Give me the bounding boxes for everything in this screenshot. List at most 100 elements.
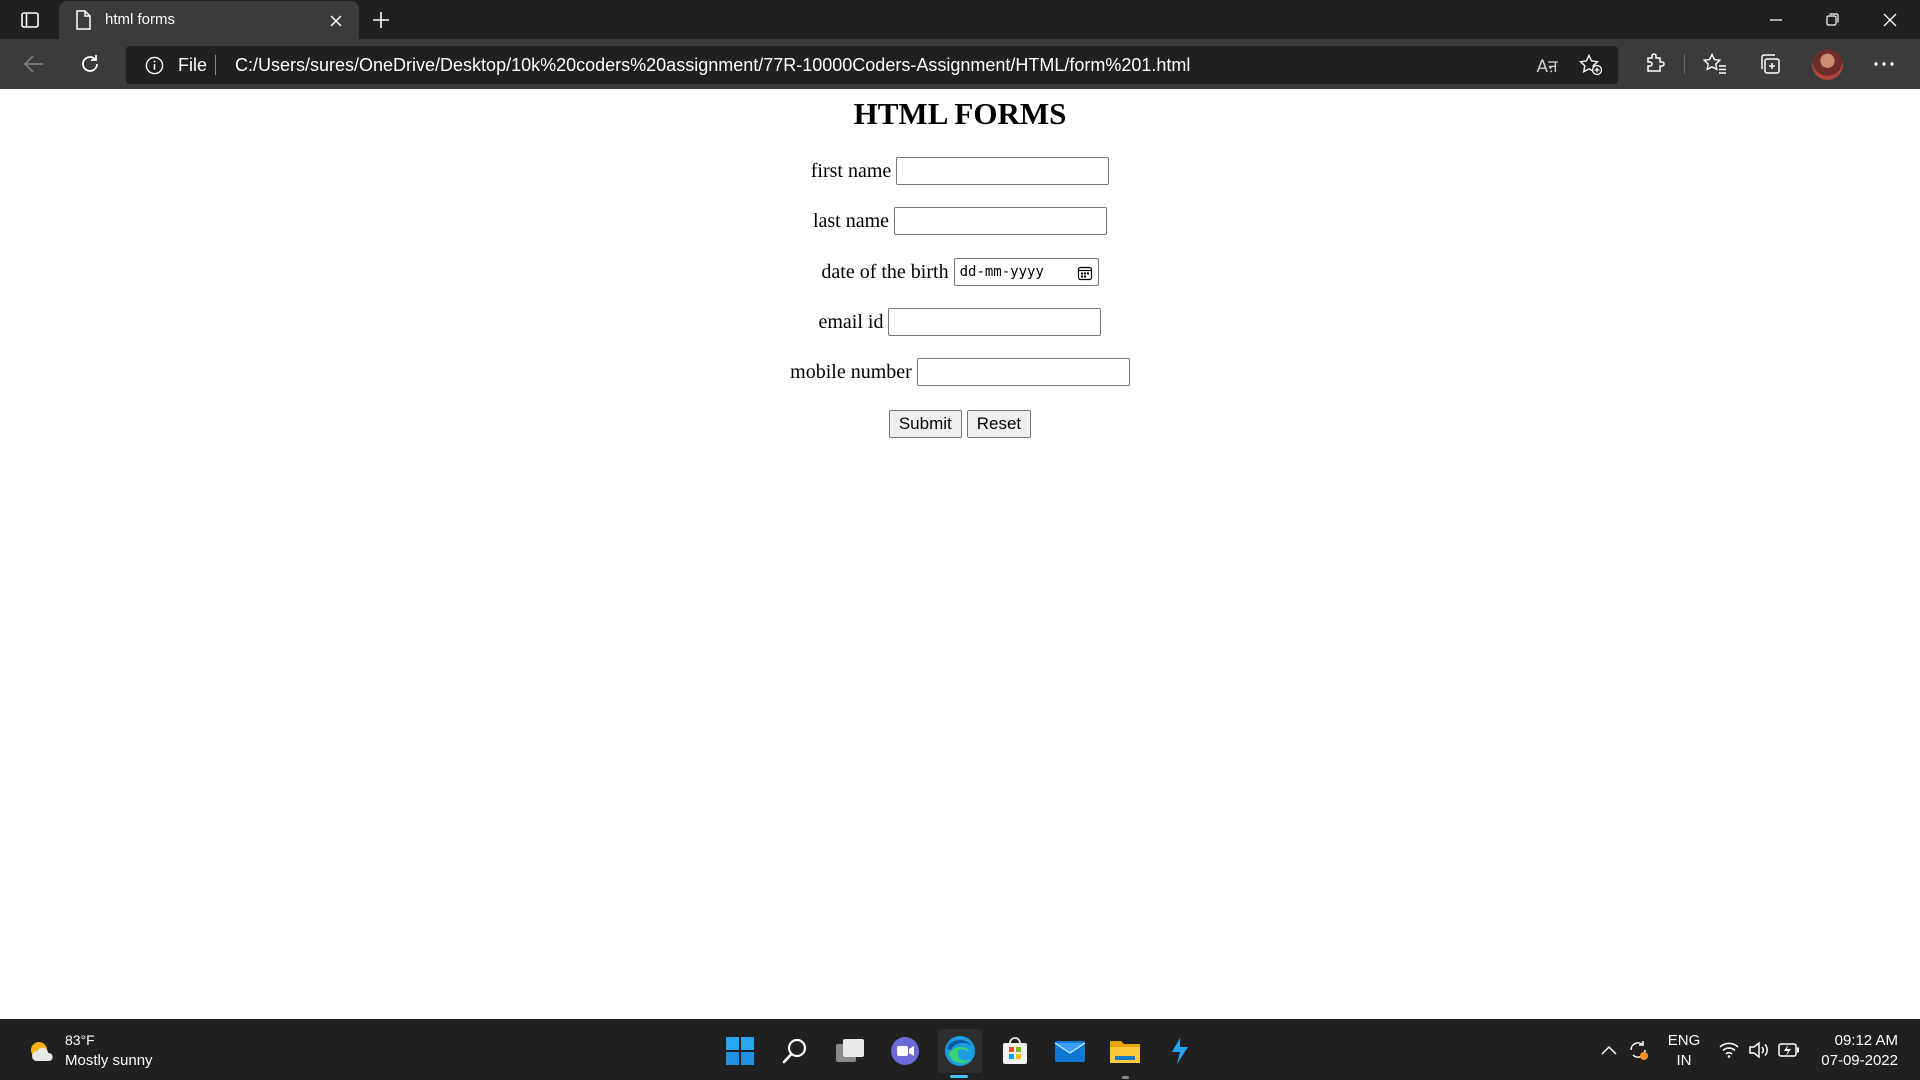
sun-cloud-icon[interactable] <box>27 1037 57 1067</box>
system-clock[interactable]: 09:12 AM 07-09-2022 <box>1812 1031 1898 1071</box>
close-icon <box>1883 13 1896 26</box>
read-aloud-icon: Aऩ <box>1536 56 1558 77</box>
code-editor-icon <box>1172 1038 1188 1064</box>
site-scheme-label: File <box>178 55 208 75</box>
first-name-row: first name <box>0 157 1920 185</box>
calendar-icon[interactable] <box>1077 265 1093 281</box>
close-icon <box>330 15 342 27</box>
refresh-icon <box>82 55 98 72</box>
teams-chat-icon <box>891 1037 919 1065</box>
form-buttons: Submit Reset <box>0 410 1920 438</box>
email-input[interactable] <box>888 308 1102 336</box>
wifi-icon <box>1719 1042 1739 1058</box>
first-name-input[interactable] <box>896 157 1110 185</box>
tab-actions-icon <box>21 12 39 28</box>
browser-tab-bar: html forms <box>0 0 1920 39</box>
sync-icon <box>1630 1041 1648 1060</box>
refresh-button[interactable] <box>73 48 107 80</box>
puzzle-icon <box>1647 53 1665 72</box>
star-add-icon <box>1579 54 1603 76</box>
minimize-icon <box>1769 18 1782 21</box>
info-icon[interactable] <box>145 56 164 75</box>
dob-date-input[interactable]: dd-mm-yyyy <box>953 258 1099 286</box>
tab-title: html forms <box>105 11 176 28</box>
tab-actions-menu-button[interactable] <box>12 7 48 33</box>
teams-chat-button[interactable] <box>883 1029 927 1073</box>
battery-status[interactable] <box>1778 1039 1800 1061</box>
edge-browser-icon <box>945 1036 975 1066</box>
email-label: email id <box>818 310 884 333</box>
wifi-status[interactable] <box>1718 1039 1740 1061</box>
last-name-row: last name <box>0 207 1920 235</box>
address-bar[interactable]: File C:/Users/sures/OneDrive/Desktop/10k… <box>126 46 1618 84</box>
reset-button[interactable]: Reset <box>966 410 1032 438</box>
last-name-input[interactable] <box>894 207 1108 235</box>
browser-tab[interactable]: html forms <box>59 1 359 39</box>
dob-label: date of the birth <box>821 260 949 283</box>
file-explorer-button[interactable] <box>1103 1029 1147 1073</box>
mail-button[interactable] <box>1048 1029 1092 1073</box>
arrow-left-icon <box>24 55 43 73</box>
folder-icon <box>1110 1041 1140 1063</box>
clock-date: 07-09-2022 <box>1821 1052 1898 1069</box>
search-icon <box>782 1038 807 1064</box>
vscode-button[interactable] <box>1158 1029 1202 1073</box>
more-dots-icon <box>1874 62 1894 66</box>
collections-icon <box>1761 54 1780 74</box>
input-language-indicator[interactable]: ENG IN <box>1667 1031 1701 1071</box>
sync-status-button[interactable] <box>1627 1039 1649 1061</box>
search-button[interactable] <box>773 1029 817 1073</box>
windows-logo-icon <box>726 1037 754 1065</box>
start-button[interactable] <box>718 1029 762 1073</box>
new-tab-button[interactable] <box>366 6 396 34</box>
edge-taskbar-button[interactable] <box>938 1029 982 1073</box>
weather-temperature[interactable]: 83°F <box>65 1032 95 1048</box>
store-bag-icon <box>1003 1037 1027 1064</box>
chevron-up-icon <box>1601 1045 1617 1055</box>
region-code: IN <box>1676 1052 1692 1069</box>
close-window-button[interactable] <box>1861 0 1918 39</box>
read-aloud-button[interactable]: Aऩ <box>1534 54 1560 77</box>
first-name-label: first name <box>810 159 892 182</box>
add-favorite-button[interactable] <box>1578 54 1604 76</box>
toolbar-divider <box>1684 54 1685 74</box>
store-button[interactable] <box>993 1029 1037 1073</box>
speaker-icon <box>1749 1041 1768 1059</box>
plus-icon <box>373 12 389 28</box>
battery-charging-icon <box>1778 1043 1799 1057</box>
restore-button[interactable] <box>1804 0 1861 39</box>
profile-avatar[interactable] <box>1812 49 1843 80</box>
task-view-icon <box>836 1039 864 1062</box>
page-title: HTML FORMS <box>853 96 1067 131</box>
mobile-input[interactable] <box>916 358 1130 386</box>
open-app-indicator <box>1122 1076 1129 1079</box>
address-separator <box>215 55 216 75</box>
submit-button[interactable]: Submit <box>888 410 962 438</box>
clock-time: 09:12 AM <box>1834 1032 1898 1049</box>
minimize-button[interactable] <box>1747 0 1804 39</box>
dob-row: date of the birth dd-mm-yyyy <box>0 258 1920 286</box>
settings-more-button[interactable] <box>1869 50 1899 78</box>
windows-taskbar: 83°F Mostly sunny ENG IN 09:12 AM 07-09-… <box>0 1019 1920 1080</box>
mobile-row: mobile number <box>0 358 1920 386</box>
show-hidden-icons-button[interactable] <box>1598 1039 1620 1061</box>
mobile-label: mobile number <box>790 360 912 383</box>
language-code: ENG <box>1667 1032 1701 1049</box>
dob-placeholder: dd-mm-yyyy <box>959 264 1044 280</box>
task-view-button[interactable] <box>828 1029 872 1073</box>
active-app-indicator <box>950 1075 968 1078</box>
weather-description[interactable]: Mostly sunny <box>65 1052 153 1069</box>
back-button[interactable] <box>17 48 51 80</box>
mail-icon <box>1054 1041 1086 1062</box>
favorites-button[interactable] <box>1700 50 1730 78</box>
last-name-label: last name <box>812 209 890 232</box>
email-row: email id <box>0 308 1920 336</box>
collections-button[interactable] <box>1755 50 1785 78</box>
extensions-button[interactable] <box>1640 50 1670 78</box>
url-text[interactable]: C:/Users/sures/OneDrive/Desktop/10k%20co… <box>235 55 1190 76</box>
close-tab-button[interactable] <box>325 10 347 32</box>
page-content: HTML FORMS first name last name date of … <box>0 89 1920 1019</box>
document-icon <box>76 10 91 30</box>
favorites-icon <box>1703 53 1726 74</box>
volume-status[interactable] <box>1748 1039 1770 1061</box>
